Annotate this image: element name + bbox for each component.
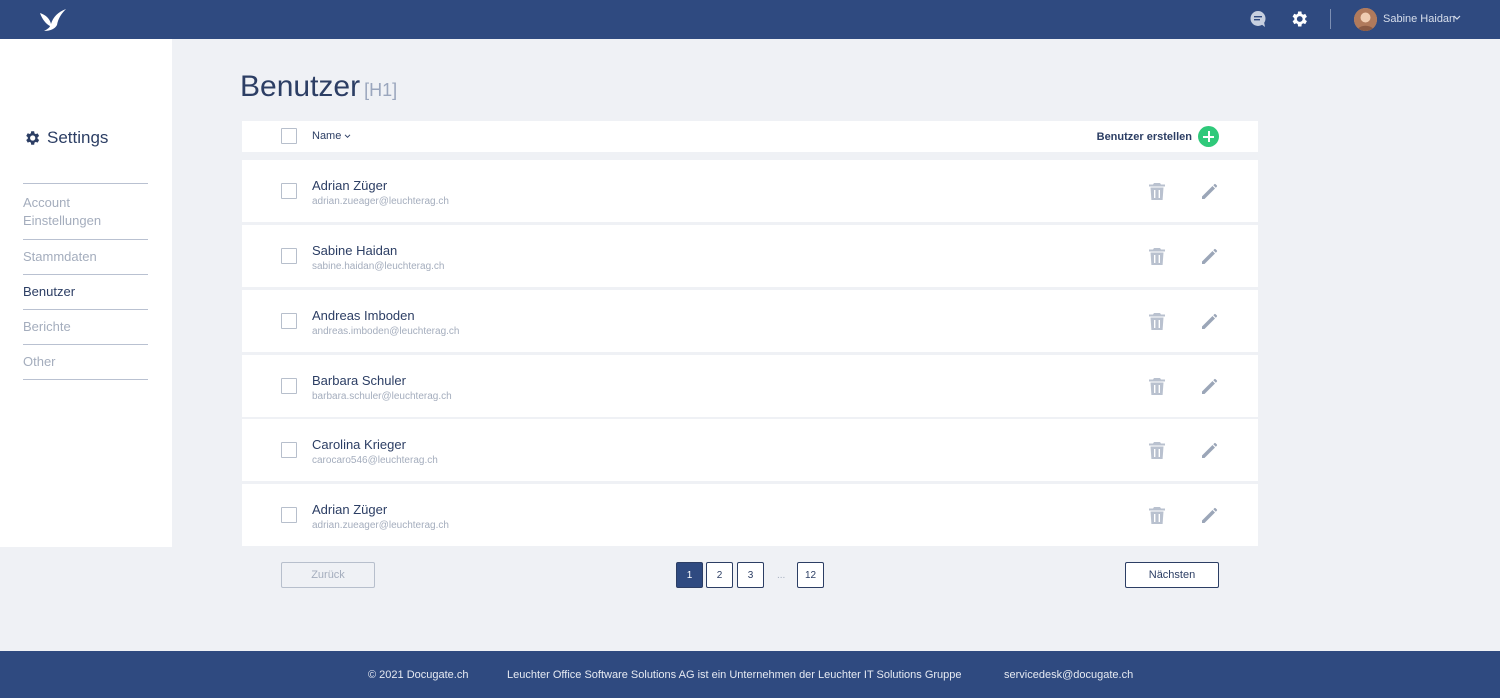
sidebar-nav: Account Einstellungen Stammdaten Benutze… — [23, 183, 148, 380]
row-checkbox[interactable] — [281, 442, 297, 458]
chevron-down-icon — [344, 134, 351, 138]
page-button-2[interactable]: 2 — [706, 562, 733, 588]
footer-company: Leuchter Office Software Solutions AG is… — [507, 669, 962, 681]
sidebar-item-stammdaten[interactable]: Stammdaten — [23, 239, 148, 274]
user-name-cell: Carolina Krieger — [312, 437, 406, 452]
table-row: Barbara Schuler barbara.schuler@leuchter… — [242, 355, 1258, 417]
user-name-cell: Sabine Haidan — [312, 243, 398, 258]
footer-copyright: © 2021 Docugate.ch — [368, 669, 469, 681]
pencil-icon[interactable] — [1200, 312, 1219, 331]
table-row: Sabine Haidan sabine.haidan@leuchterag.c… — [242, 225, 1258, 287]
pencil-icon[interactable] — [1200, 182, 1219, 201]
pencil-icon[interactable] — [1200, 441, 1219, 460]
user-email-cell: sabine.haidan@leuchterag.ch — [312, 261, 445, 272]
sidebar-item-other[interactable]: Other — [23, 344, 148, 379]
chat-icon[interactable] — [1249, 10, 1267, 28]
sort-by-name[interactable]: Name — [312, 130, 351, 142]
footer-email-link[interactable]: servicedesk@docugate.ch — [1004, 669, 1133, 681]
page-title-text: Benutzer — [240, 70, 361, 103]
pencil-icon[interactable] — [1200, 506, 1219, 525]
table-row: Carolina Krieger carocaro546@leuchterag.… — [242, 419, 1258, 481]
row-checkbox[interactable] — [281, 248, 297, 264]
table-row: Adrian Züger adrian.zueager@leuchterag.c… — [242, 484, 1258, 546]
user-name-cell: Adrian Züger — [312, 502, 388, 517]
gear-icon — [26, 131, 40, 145]
select-all-checkbox[interactable] — [281, 128, 297, 144]
plus-icon — [1198, 126, 1219, 147]
page-button-12[interactable]: 12 — [797, 562, 824, 588]
settings-heading: Settings — [23, 128, 108, 148]
pencil-icon[interactable] — [1200, 377, 1219, 396]
column-header-name: Name — [312, 130, 342, 142]
create-user-button[interactable]: Benutzer erstellen — [1097, 126, 1219, 147]
user-email-cell: carocaro546@leuchterag.ch — [312, 455, 438, 466]
top-bar: Sabine Haidan — [0, 0, 1500, 39]
sidebar-item-benutzer[interactable]: Benutzer — [23, 274, 148, 309]
user-name-cell: Adrian Züger — [312, 178, 388, 193]
back-button[interactable]: Zurück — [281, 562, 375, 588]
bird-logo-icon[interactable] — [38, 7, 68, 33]
trash-icon[interactable] — [1148, 312, 1166, 331]
avatar[interactable] — [1354, 8, 1377, 31]
user-email-cell: andreas.imboden@leuchterag.ch — [312, 326, 460, 337]
user-name[interactable]: Sabine Haidan — [1383, 13, 1455, 25]
sidebar-item-berichte[interactable]: Berichte — [23, 309, 148, 344]
trash-icon[interactable] — [1148, 506, 1166, 525]
create-user-label: Benutzer erstellen — [1096, 130, 1192, 143]
row-checkbox[interactable] — [281, 507, 297, 523]
next-button[interactable]: Nächsten — [1125, 562, 1219, 588]
trash-icon[interactable] — [1148, 441, 1166, 460]
settings-title: Settings — [47, 128, 109, 147]
user-email-cell: barbara.schuler@leuchterag.ch — [312, 391, 452, 402]
table-row: Adrian Züger adrian.zueager@leuchterag.c… — [242, 160, 1258, 222]
gear-icon[interactable] — [1289, 9, 1309, 29]
user-name-cell: Barbara Schuler — [312, 373, 406, 388]
row-checkbox[interactable] — [281, 313, 297, 329]
table-header: Name Benutzer erstellen — [242, 121, 1258, 152]
row-checkbox[interactable] — [281, 378, 297, 394]
topbar-divider — [1330, 9, 1331, 29]
pencil-icon[interactable] — [1200, 247, 1219, 266]
user-name-cell: Andreas Imboden — [312, 308, 415, 323]
user-email-cell: adrian.zueager@leuchterag.ch — [312, 520, 449, 531]
page-title: Benutzer [H1] — [240, 70, 397, 104]
pagination-ellipsis: ... — [777, 570, 786, 581]
sidebar-item-account[interactable]: Account Einstellungen — [23, 183, 148, 239]
footer: © 2021 Docugate.ch Leuchter Office Softw… — [0, 651, 1500, 698]
user-email-cell: adrian.zueager@leuchterag.ch — [312, 196, 449, 207]
trash-icon[interactable] — [1148, 377, 1166, 396]
row-checkbox[interactable] — [281, 183, 297, 199]
trash-icon[interactable] — [1148, 182, 1166, 201]
page-button-3[interactable]: 3 — [737, 562, 764, 588]
trash-icon[interactable] — [1148, 247, 1166, 266]
sidebar-divider — [23, 379, 148, 380]
sidebar: Settings Account Einstellungen Stammdate… — [0, 39, 172, 547]
chevron-down-icon[interactable] — [1453, 15, 1461, 21]
page-button-1[interactable]: 1 — [676, 562, 703, 588]
page-title-tag: [H1] — [364, 80, 398, 100]
table-row: Andreas Imboden andreas.imboden@leuchter… — [242, 290, 1258, 352]
